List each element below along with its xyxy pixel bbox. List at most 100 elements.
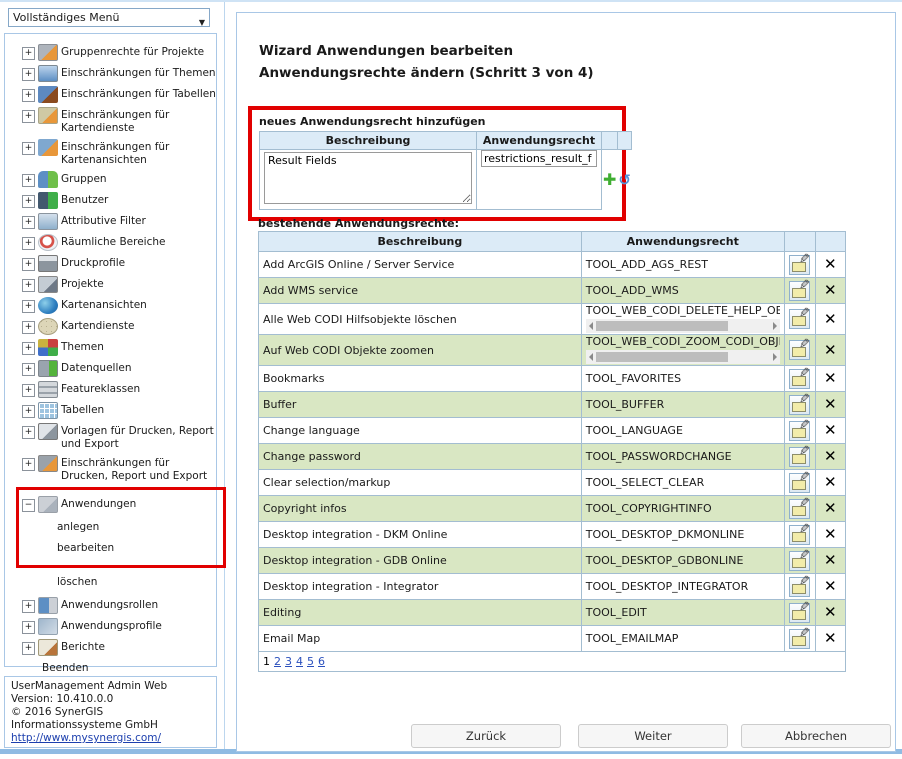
- sidebar-item-datenquellen[interactable]: + Datenquellen: [10, 360, 216, 377]
- sidebar-item-label[interactable]: Anwendungen: [61, 496, 136, 511]
- edit-icon[interactable]: ✎: [789, 603, 810, 623]
- sidebar-item-label[interactable]: Attributive Filter: [61, 213, 146, 228]
- delete-icon[interactable]: ✕: [824, 423, 837, 438]
- edit-icon[interactable]: ✎: [789, 447, 810, 467]
- sidebar-item-label[interactable]: Anwendungsprofile: [61, 618, 162, 633]
- horizontal-scrollbar[interactable]: [586, 319, 780, 333]
- beschreibung-textarea[interactable]: Result Fields: [264, 152, 472, 204]
- sidebar-item-label[interactable]: Gruppenrechte für Projekte: [61, 44, 204, 59]
- sidebar-item-label[interactable]: Berichte: [61, 639, 105, 654]
- sidebar-item-einschränkungen-für-drucken-report-und-export[interactable]: +Einschränkungen für Drucken, Report und…: [10, 455, 216, 483]
- collapse-minus-icon[interactable]: −: [22, 499, 35, 512]
- edit-icon[interactable]: ✎: [789, 525, 810, 545]
- delete-icon[interactable]: ✕: [824, 553, 837, 568]
- expand-plus-icon[interactable]: +: [22, 426, 35, 439]
- sidebar-subitem-anlegen[interactable]: anlegen: [19, 521, 223, 534]
- edit-icon[interactable]: ✎: [789, 551, 810, 571]
- expand-plus-icon[interactable]: +: [22, 174, 35, 187]
- expand-plus-icon[interactable]: +: [22, 195, 35, 208]
- sidebar-item-anwendungen[interactable]: − Anwendungen: [19, 496, 223, 513]
- sidebar-item-einschränkungen-für-kartenansichten[interactable]: +Einschränkungen für Kartenansichten: [10, 139, 216, 167]
- expand-plus-icon[interactable]: +: [22, 321, 35, 334]
- expand-plus-icon[interactable]: +: [22, 363, 35, 376]
- edit-icon[interactable]: ✎: [789, 281, 810, 301]
- sidebar-subitem-bearbeiten[interactable]: bearbeiten: [19, 542, 223, 555]
- scroll-right-icon[interactable]: [773, 353, 777, 361]
- sidebar-item-label[interactable]: Benutzer: [61, 192, 108, 207]
- sidebar-item-label[interactable]: Kartendienste: [61, 318, 134, 333]
- sidebar-item-label[interactable]: Räumliche Bereiche: [61, 234, 165, 249]
- footer-link[interactable]: http://www.mysynergis.com/: [11, 732, 161, 744]
- edit-icon[interactable]: ✎: [789, 629, 810, 649]
- delete-icon[interactable]: ✕: [824, 343, 837, 358]
- expand-plus-icon[interactable]: +: [22, 300, 35, 313]
- delete-icon[interactable]: ✕: [824, 475, 837, 490]
- sidebar-item-label[interactable]: Beenden: [13, 660, 89, 675]
- expand-plus-icon[interactable]: +: [22, 142, 35, 155]
- edit-icon[interactable]: ✎: [789, 255, 810, 275]
- sidebar-item-vorlagen-für-drucken-report-und-export[interactable]: +Vorlagen für Drucken, Report und Export: [10, 423, 216, 451]
- sidebar-item-label[interactable]: Einschränkungen für Tabellen: [61, 86, 216, 101]
- sidebar-subitem-löschen[interactable]: löschen: [10, 576, 216, 589]
- expand-plus-icon[interactable]: +: [22, 89, 35, 102]
- sidebar-item-einschränkungen-für-themen[interactable]: +Einschränkungen für Themen: [10, 65, 216, 82]
- edit-icon[interactable]: ✎: [789, 309, 810, 329]
- plus-icon[interactable]: ✚: [603, 172, 616, 188]
- scrollbar-thumb[interactable]: [596, 321, 728, 331]
- pagination-page-link[interactable]: 4: [296, 655, 303, 668]
- scroll-left-icon[interactable]: [589, 353, 593, 361]
- expand-plus-icon[interactable]: +: [22, 258, 35, 271]
- expand-plus-icon[interactable]: +: [22, 279, 35, 292]
- sidebar-item-einschränkungen-für-kartendienste[interactable]: +Einschränkungen für Kartendienste: [10, 107, 216, 135]
- delete-icon[interactable]: ✕: [824, 527, 837, 542]
- edit-icon[interactable]: ✎: [789, 421, 810, 441]
- pagination-page-link[interactable]: 3: [285, 655, 292, 668]
- sidebar-item-anwendungsrollen[interactable]: + Anwendungsrollen: [10, 597, 216, 614]
- delete-icon[interactable]: ✕: [824, 397, 837, 412]
- sidebar-item-featureklassen[interactable]: + Featureklassen: [10, 381, 216, 398]
- expand-plus-icon[interactable]: +: [22, 600, 35, 613]
- sidebar-item-benutzer[interactable]: + Benutzer: [10, 192, 216, 209]
- cancel-button[interactable]: Abbrechen: [741, 724, 891, 748]
- scroll-right-icon[interactable]: [773, 322, 777, 330]
- sidebar-item-label[interactable]: Tabellen: [61, 402, 104, 417]
- undo-icon[interactable]: ↺: [618, 172, 631, 188]
- delete-icon[interactable]: ✕: [824, 257, 837, 272]
- pagination-page-link[interactable]: 6: [318, 655, 325, 668]
- delete-icon[interactable]: ✕: [824, 449, 837, 464]
- sidebar-item-label[interactable]: Kartenansichten: [61, 297, 147, 312]
- scrollbar-thumb[interactable]: [596, 352, 728, 362]
- edit-icon[interactable]: ✎: [789, 369, 810, 389]
- delete-icon[interactable]: ✕: [824, 631, 837, 646]
- sidebar-item-label[interactable]: Einschränkungen für Themen: [61, 65, 216, 80]
- sidebar-item-attributive-filter[interactable]: +Attributive Filter: [10, 213, 216, 230]
- sidebar-item-anwendungsprofile[interactable]: + Anwendungsprofile: [10, 618, 216, 635]
- delete-icon[interactable]: ✕: [824, 283, 837, 298]
- sidebar-item-label[interactable]: Gruppen: [61, 171, 107, 186]
- sidebar-item-berichte[interactable]: +Berichte: [10, 639, 216, 656]
- delete-icon[interactable]: ✕: [824, 501, 837, 516]
- expand-plus-icon[interactable]: +: [22, 405, 35, 418]
- expand-plus-icon[interactable]: +: [22, 621, 35, 634]
- sidebar-item-label[interactable]: Anwendungsrollen: [61, 597, 158, 612]
- expand-plus-icon[interactable]: +: [22, 237, 35, 250]
- next-button[interactable]: Weiter: [578, 724, 728, 748]
- anwendungsrecht-input[interactable]: [481, 150, 597, 167]
- pagination-page-link[interactable]: 2: [274, 655, 281, 668]
- edit-icon[interactable]: ✎: [789, 473, 810, 493]
- sidebar-item-kartenansichten[interactable]: + Kartenansichten: [10, 297, 216, 314]
- sidebar-item-tabellen[interactable]: + Tabellen: [10, 402, 216, 419]
- sidebar-item-projekte[interactable]: +Projekte: [10, 276, 216, 293]
- back-button[interactable]: Zurück: [411, 724, 561, 748]
- expand-plus-icon[interactable]: +: [22, 384, 35, 397]
- sidebar-item-label[interactable]: Datenquellen: [61, 360, 131, 375]
- sidebar-item-einschränkungen-für-tabellen[interactable]: + Einschränkungen für Tabellen: [10, 86, 216, 103]
- delete-icon[interactable]: ✕: [824, 312, 837, 327]
- delete-icon[interactable]: ✕: [824, 605, 837, 620]
- scroll-left-icon[interactable]: [589, 322, 593, 330]
- sidebar-item-räumliche-bereiche[interactable]: + Räumliche Bereiche: [10, 234, 216, 251]
- sidebar-item-themen[interactable]: +Themen: [10, 339, 216, 356]
- pagination-page-link[interactable]: 5: [307, 655, 314, 668]
- delete-icon[interactable]: ✕: [824, 579, 837, 594]
- sidebar-item-label[interactable]: Featureklassen: [61, 381, 140, 396]
